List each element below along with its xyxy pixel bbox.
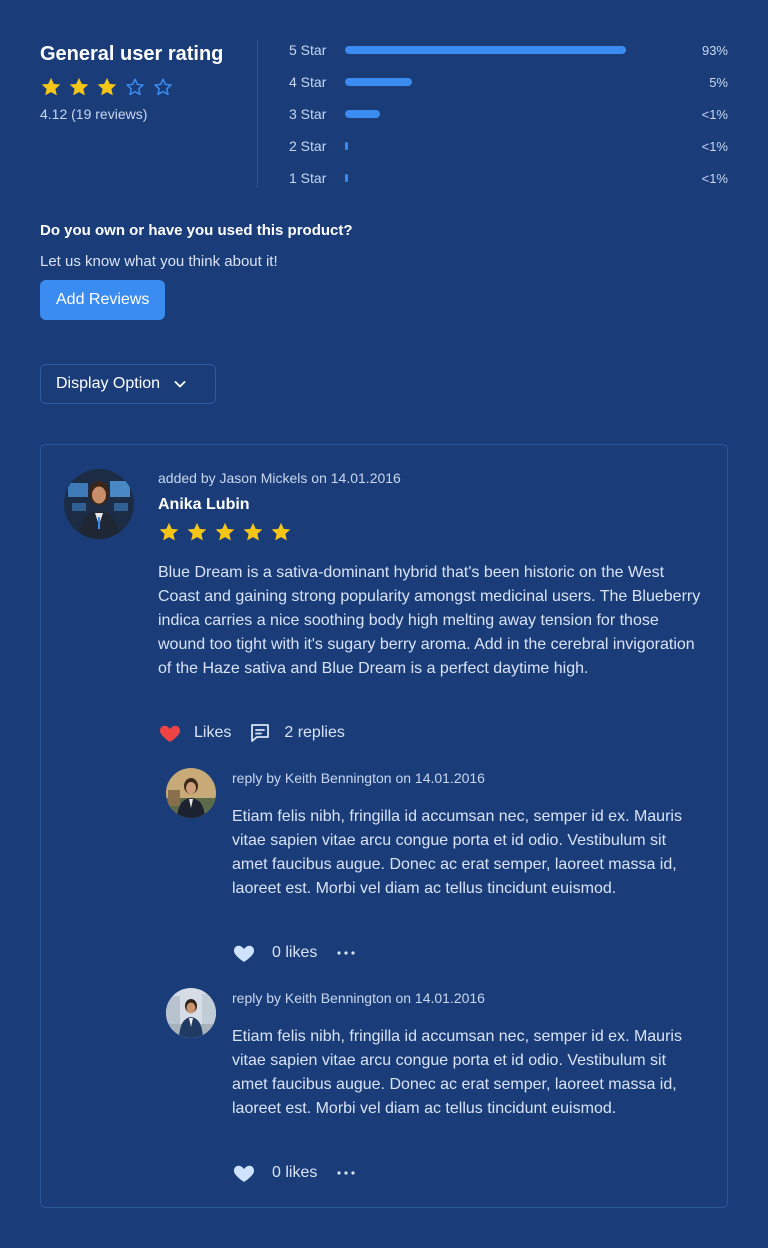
- bar-label: 5 Star: [289, 42, 327, 58]
- reply-likes-label[interactable]: 0 likes: [272, 1164, 317, 1182]
- rating-bar-row: 3 Star <1%: [289, 104, 728, 124]
- star-filled-icon: [159, 522, 179, 541]
- star-empty-icon: [126, 78, 144, 96]
- star-filled-icon: [271, 522, 291, 541]
- star-filled-icon: [41, 77, 61, 96]
- star-filled-icon: [69, 77, 89, 96]
- summary-divider: [257, 40, 258, 188]
- avatar: [166, 768, 216, 818]
- reply-likes-label[interactable]: 0 likes: [272, 944, 317, 962]
- review-body: Blue Dream is a sativa-dominant hybrid t…: [158, 564, 701, 677]
- star-empty-icon: [154, 78, 172, 96]
- rating-meta: 4.12 (19 reviews): [40, 106, 148, 122]
- reply-body: Etiam felis nibh, fringilla id accumsan …: [232, 808, 682, 897]
- review-stars: [158, 521, 292, 543]
- bar-track: [345, 142, 635, 150]
- star-filled-icon: [97, 77, 117, 96]
- rating-breakdown: 5 Star 93% 4 Star 5% 3 Star <1% 2 Star <…: [289, 40, 728, 200]
- bar-fill: [345, 110, 380, 118]
- likes-label[interactable]: Likes: [194, 724, 231, 742]
- reply-actions: 0 likes: [232, 1161, 357, 1185]
- display-option-dropdown[interactable]: Display Option: [40, 364, 216, 404]
- bar-fill: [345, 142, 348, 150]
- heart-icon[interactable]: [232, 941, 256, 965]
- reply-avatar-image: [166, 768, 216, 818]
- bar-track: [345, 78, 635, 86]
- bar-label: 3 Star: [289, 106, 327, 122]
- rating-bar-row: 4 Star 5%: [289, 72, 728, 92]
- cta-question: Do you own or have you used this product…: [40, 222, 353, 239]
- reply-avatar-image: [166, 988, 216, 1038]
- bar-label: 1 Star: [289, 170, 327, 186]
- reviewer-name: Anika Lubin: [158, 496, 250, 513]
- heart-icon[interactable]: [158, 721, 182, 745]
- reply-meta: reply by Keith Bennington on 14.01.2016: [232, 770, 485, 786]
- bar-percent: 93%: [701, 42, 728, 58]
- rating-bar-row: 2 Star <1%: [289, 136, 728, 156]
- more-options-icon[interactable]: [335, 942, 357, 964]
- rating-title: General user rating: [40, 43, 224, 65]
- add-reviews-button[interactable]: Add Reviews: [40, 280, 166, 320]
- bar-percent: <1%: [701, 170, 728, 186]
- bar-percent: 5%: [709, 74, 728, 90]
- reply-body: Etiam felis nibh, fringilla id accumsan …: [232, 1028, 682, 1117]
- bar-fill: [345, 78, 412, 86]
- star-filled-icon: [243, 522, 263, 541]
- reply-meta: reply by Keith Bennington on 14.01.2016: [232, 990, 485, 1006]
- bar-fill: [345, 46, 627, 54]
- cta-subtitle: Let us know what you think about it!: [40, 253, 278, 270]
- bar-track: [345, 46, 635, 54]
- bar-label: 2 Star: [289, 138, 327, 154]
- bar-percent: <1%: [701, 138, 728, 154]
- display-option-label: Display Option: [56, 375, 161, 392]
- replies-label[interactable]: 2 replies: [284, 724, 344, 742]
- heart-icon[interactable]: [232, 1161, 256, 1185]
- chevron-down-icon: [174, 381, 186, 388]
- star-filled-icon: [215, 522, 235, 541]
- more-options-icon[interactable]: [335, 1162, 357, 1184]
- review-meta: added by Jason Mickels on 14.01.2016: [158, 470, 401, 486]
- summary-stars: [40, 76, 260, 98]
- rating-bar-row: 5 Star 93%: [289, 40, 728, 60]
- bar-label: 4 Star: [289, 74, 327, 90]
- bar-percent: <1%: [701, 106, 728, 122]
- comment-icon[interactable]: [249, 722, 271, 744]
- bar-track: [345, 110, 635, 118]
- avatar: [166, 988, 216, 1038]
- rating-bar-row: 1 Star <1%: [289, 168, 728, 188]
- avatar: [64, 469, 134, 539]
- rating-summary: General user rating 4.12 (19 reviews): [40, 40, 260, 122]
- bar-fill: [345, 174, 348, 182]
- review-cta: Do you own or have you used this product…: [40, 222, 540, 320]
- bar-track: [345, 174, 635, 182]
- reply-actions: 0 likes: [232, 941, 357, 965]
- review-actions: Likes 2 replies: [158, 721, 345, 745]
- star-filled-icon: [187, 522, 207, 541]
- review-card: added by Jason Mickels on 14.01.2016 Ani…: [40, 444, 728, 1208]
- reviewer-avatar-image: [64, 469, 134, 539]
